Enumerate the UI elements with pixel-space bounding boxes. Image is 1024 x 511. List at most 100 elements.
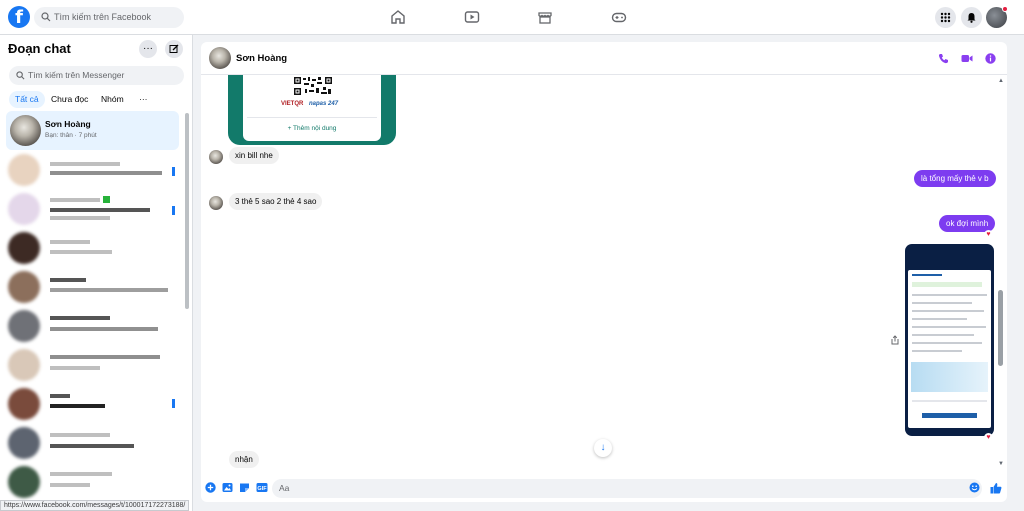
scroll-down-arrow-icon[interactable]: ▼ xyxy=(998,461,1004,467)
new-message-button[interactable] xyxy=(165,40,183,58)
notifications-button[interactable] xyxy=(961,7,982,28)
video-call-icon[interactable] xyxy=(961,53,973,64)
pixelated-preview xyxy=(50,216,110,220)
chat-header: Sơn Hoàng xyxy=(201,42,1007,75)
receipt-row xyxy=(912,326,986,328)
home-icon[interactable] xyxy=(390,9,406,25)
vietqr-logo: VIETQR xyxy=(281,101,304,107)
pixelated-preview xyxy=(50,483,90,487)
avatar xyxy=(8,466,40,498)
gif-icon[interactable]: GIF xyxy=(256,482,268,493)
qr-payment-card[interactable]: VIETQR napas 247 + Thêm nội dung xyxy=(228,75,396,145)
pixelated-preview xyxy=(50,404,105,408)
watch-icon[interactable] xyxy=(464,9,480,25)
chat-sidebar: Đoạn chat ··· Tìm kiếm trên Messenger Tấ… xyxy=(0,35,193,511)
payment-brands: VIETQR napas 247 xyxy=(281,101,338,107)
chat-scrollbar[interactable] xyxy=(998,290,1003,366)
contact-avatar[interactable] xyxy=(209,47,231,69)
sender-avatar xyxy=(209,150,223,164)
avatar xyxy=(8,310,40,342)
conversation-item[interactable] xyxy=(8,388,178,422)
conversation-item[interactable] xyxy=(8,154,178,188)
receipt-row xyxy=(912,350,962,352)
messenger-search-input[interactable]: Tìm kiếm trên Messenger xyxy=(9,66,184,85)
conversation-item[interactable] xyxy=(8,193,178,227)
pixelated-name xyxy=(50,162,120,166)
notification-dot xyxy=(1002,6,1008,12)
sticker-icon[interactable] xyxy=(239,482,250,493)
photo-icon[interactable] xyxy=(222,482,233,493)
qr-card-body: VIETQR napas 247 + Thêm nội dung xyxy=(243,75,381,141)
scroll-up-arrow-icon[interactable]: ▲ xyxy=(998,78,1004,84)
menu-grid-button[interactable] xyxy=(935,7,956,28)
heart-reaction-icon[interactable]: ♥ xyxy=(984,230,993,239)
pixelated-preview xyxy=(50,288,168,292)
avatar xyxy=(8,232,40,264)
conversation-item[interactable] xyxy=(8,349,178,383)
conversation-info-icon[interactable] xyxy=(985,53,996,64)
add-content-button[interactable]: + Thêm nội dung xyxy=(243,125,381,132)
pixelated-preview xyxy=(50,250,112,254)
message-bubble-incoming[interactable]: 3 thẻ 5 sao 2 thẻ 4 sao xyxy=(229,193,323,210)
conversation-item[interactable] xyxy=(8,232,178,266)
account-avatar[interactable] xyxy=(986,6,1008,28)
receipt-row xyxy=(912,318,967,320)
bank-logo xyxy=(912,274,942,276)
tab-all[interactable]: Tất cả xyxy=(9,91,45,108)
chat-panel: Sơn Hoàng VIETQR napas 247 + Thêm nội du… xyxy=(201,42,1007,502)
heart-reaction-icon[interactable]: ♥ xyxy=(984,433,993,442)
pixelated-preview xyxy=(50,208,150,212)
unread-indicator xyxy=(172,399,175,408)
compose-icon xyxy=(169,44,179,53)
share-icon[interactable] xyxy=(891,335,899,345)
share-receipt-button xyxy=(922,413,977,418)
message-bubble-outgoing[interactable]: là tổng mấy thẻ v b xyxy=(914,170,996,187)
tab-more[interactable]: ··· xyxy=(133,91,154,108)
plus-icon[interactable] xyxy=(205,482,216,493)
notifications-icon xyxy=(967,13,976,23)
contact-name[interactable]: Sơn Hoàng xyxy=(236,53,287,64)
avatar xyxy=(8,427,40,459)
conversation-item[interactable] xyxy=(8,427,178,461)
message-composer: GIF Aa xyxy=(201,476,1007,502)
conversation-preview: Bạn: thân · 7 phút xyxy=(45,132,97,139)
pixelated-name xyxy=(50,433,110,437)
avatar xyxy=(8,271,40,303)
pixelated-name xyxy=(50,278,86,282)
pixelated-preview xyxy=(50,171,162,175)
voice-call-icon[interactable] xyxy=(938,53,949,64)
avatar xyxy=(8,388,40,420)
receipt-row xyxy=(912,310,984,312)
sidebar-scrollbar[interactable] xyxy=(185,113,189,309)
avatar xyxy=(8,193,40,225)
tab-unread[interactable]: Chưa đọc xyxy=(45,91,94,108)
message-input[interactable]: Aa xyxy=(272,479,982,498)
sidebar-more-button[interactable]: ··· xyxy=(139,40,157,58)
pixelated-name xyxy=(50,472,112,476)
emoji-icon[interactable] xyxy=(969,482,980,493)
receipt-row xyxy=(912,294,987,296)
message-bubble-incoming[interactable]: xin bill nhe xyxy=(229,147,279,164)
conversation-name: Sơn Hoàng xyxy=(45,119,91,129)
conversation-item[interactable] xyxy=(8,310,178,344)
tab-groups[interactable]: Nhóm xyxy=(95,91,130,108)
facebook-logo[interactable]: f xyxy=(8,6,30,28)
status-row xyxy=(912,282,982,287)
like-icon[interactable] xyxy=(990,482,1002,494)
marketplace-icon[interactable] xyxy=(537,9,553,25)
conversation-item[interactable] xyxy=(8,466,178,500)
avatar xyxy=(8,154,40,186)
facebook-search-input[interactable]: Tìm kiếm trên Facebook xyxy=(34,7,184,28)
conversation-item[interactable] xyxy=(8,271,178,305)
search-icon xyxy=(41,12,51,22)
conversation-item-active[interactable]: Sơn Hoàng Bạn: thân · 7 phút xyxy=(6,111,179,150)
svg-text:GIF: GIF xyxy=(257,486,267,492)
receipt-row xyxy=(912,302,972,304)
gaming-icon[interactable] xyxy=(611,9,627,25)
message-bubble-incoming[interactable]: nhận xyxy=(229,451,259,468)
top-navigation-bar: f Tìm kiếm trên Facebook xyxy=(0,0,1024,35)
pixelated-name xyxy=(50,316,110,320)
sent-image-attachment[interactable] xyxy=(905,244,994,436)
unread-indicator xyxy=(172,206,175,215)
scroll-to-bottom-button[interactable]: ↓ xyxy=(594,439,612,457)
